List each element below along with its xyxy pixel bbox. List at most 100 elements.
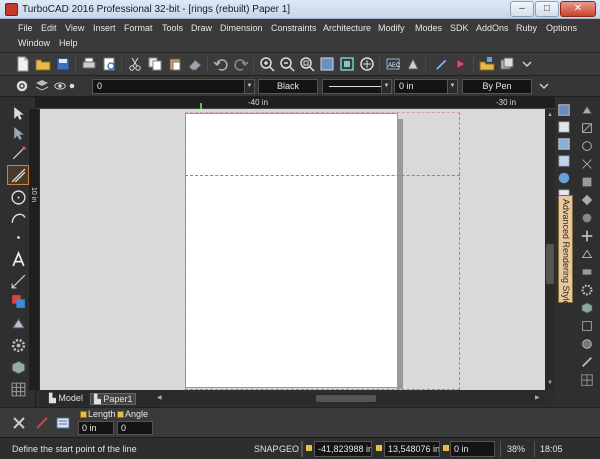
- material-icon[interactable]: [432, 55, 450, 73]
- print-preview-icon[interactable]: [100, 55, 118, 73]
- menu-format[interactable]: Format: [124, 21, 153, 35]
- zoom-out-icon[interactable]: [278, 55, 296, 73]
- arc-tool-icon[interactable]: [7, 207, 29, 227]
- menu-dimension[interactable]: Dimension: [220, 21, 263, 35]
- blocks-icon[interactable]: [498, 55, 516, 73]
- scroll-up-arrow-icon[interactable]: ▲: [546, 111, 554, 119]
- circle-tool-icon[interactable]: [7, 187, 29, 207]
- modify-tool-icon[interactable]: [7, 313, 29, 333]
- horizontal-scrollbar[interactable]: ◀ ▶: [155, 393, 545, 404]
- print-icon[interactable]: [80, 55, 98, 73]
- menu-constraints[interactable]: Constraints: [271, 21, 317, 35]
- palette-icon[interactable]: [579, 102, 595, 118]
- properties-icon[interactable]: [54, 414, 72, 432]
- finish-icon[interactable]: [33, 414, 51, 432]
- pan-icon[interactable]: [358, 55, 376, 73]
- palette-icon[interactable]: [579, 156, 595, 172]
- length-lock-icon[interactable]: [80, 411, 87, 418]
- maximize-button[interactable]: □: [535, 1, 559, 17]
- z-lock-icon[interactable]: [443, 445, 449, 451]
- line-tool-icon[interactable]: [7, 165, 29, 185]
- zoom-extents-icon[interactable]: [318, 55, 336, 73]
- palette-icon[interactable]: [579, 282, 595, 298]
- menu-draw[interactable]: Draw: [191, 21, 212, 35]
- menu-window[interactable]: Window: [18, 36, 50, 50]
- palette-icon[interactable]: [579, 318, 595, 334]
- gear-tool-icon[interactable]: [7, 335, 29, 355]
- zoom-in-icon[interactable]: [258, 55, 276, 73]
- scroll-right-arrow-icon[interactable]: ▶: [535, 394, 543, 403]
- scroll-down-arrow-icon[interactable]: ▼: [546, 379, 554, 387]
- snap-toggle[interactable]: SNAP: [254, 441, 279, 457]
- menu-modify[interactable]: Modify: [378, 21, 405, 35]
- close-button[interactable]: ✕: [560, 1, 596, 17]
- x-coordinate[interactable]: -41,823988 in: [314, 441, 372, 457]
- drawing-canvas[interactable]: [40, 109, 545, 390]
- copy-icon[interactable]: [146, 55, 164, 73]
- palette-icon[interactable]: [579, 336, 595, 352]
- horizontal-scroll-thumb[interactable]: [316, 395, 376, 402]
- menu-view[interactable]: View: [65, 21, 84, 35]
- layer-lock-icon[interactable]: [66, 77, 78, 95]
- menu-help[interactable]: Help: [59, 36, 78, 50]
- palette-icon[interactable]: [556, 119, 572, 135]
- linewidth-select[interactable]: 0 in ▼: [394, 79, 458, 94]
- menu-insert[interactable]: Insert: [93, 21, 116, 35]
- menu-file[interactable]: File: [18, 21, 33, 35]
- tools-icon[interactable]: [10, 414, 28, 432]
- zoom-all-icon[interactable]: [338, 55, 356, 73]
- dimension-tool-icon[interactable]: [7, 271, 29, 291]
- angle-lock-icon[interactable]: [117, 411, 124, 418]
- color-select[interactable]: Black: [258, 79, 318, 94]
- menu-options[interactable]: Options: [546, 21, 577, 35]
- y-lock-icon[interactable]: [376, 445, 382, 451]
- palette-icon[interactable]: [579, 372, 595, 388]
- cut-icon[interactable]: [126, 55, 144, 73]
- tab-model[interactable]: ▙ Model: [46, 393, 88, 405]
- node-edit-icon[interactable]: [7, 123, 29, 143]
- layer-manager-icon[interactable]: [33, 77, 51, 95]
- palette-icon[interactable]: [556, 136, 572, 152]
- menu-modes[interactable]: Modes: [415, 21, 442, 35]
- z-coordinate[interactable]: 0 in: [450, 441, 495, 457]
- render-icon[interactable]: AEC: [384, 55, 402, 73]
- new-file-icon[interactable]: [14, 55, 32, 73]
- zoom-window-icon[interactable]: [298, 55, 316, 73]
- menu-addons[interactable]: AddOns: [476, 21, 509, 35]
- eraser-icon[interactable]: [186, 55, 204, 73]
- paste-icon[interactable]: [166, 55, 184, 73]
- palette-icon[interactable]: [579, 300, 595, 316]
- menu-sdk[interactable]: SDK: [450, 21, 469, 35]
- text-tool-icon[interactable]: [7, 249, 29, 269]
- gear-icon[interactable]: [13, 77, 31, 95]
- undo-icon[interactable]: [212, 55, 230, 73]
- menu-ruby[interactable]: Ruby: [516, 21, 537, 35]
- point-icon[interactable]: [7, 143, 29, 163]
- y-coordinate[interactable]: 13,548076 in: [384, 441, 440, 457]
- palette-icon[interactable]: [579, 354, 595, 370]
- palette-icon[interactable]: [579, 264, 595, 280]
- tab-paper1[interactable]: ▙ Paper1: [90, 393, 136, 405]
- menu-tools[interactable]: Tools: [162, 21, 183, 35]
- menu-edit[interactable]: Edit: [41, 21, 57, 35]
- length-input[interactable]: 0 in: [78, 421, 114, 435]
- vertical-scroll-thumb[interactable]: [546, 244, 554, 284]
- palette-icon[interactable]: [579, 120, 595, 136]
- grid-tool-icon[interactable]: [7, 379, 29, 399]
- color-fill-icon[interactable]: [452, 55, 470, 73]
- palette-icon[interactable]: [556, 153, 572, 169]
- layers-icon[interactable]: [478, 55, 496, 73]
- toolbar-options-icon[interactable]: [518, 55, 536, 73]
- palette-icon[interactable]: [579, 192, 595, 208]
- 3d-object-icon[interactable]: [7, 357, 29, 377]
- save-icon[interactable]: [54, 55, 72, 73]
- palette-icon[interactable]: [556, 170, 572, 186]
- open-folder-icon[interactable]: [34, 55, 52, 73]
- hatch-color-icon[interactable]: [7, 291, 29, 311]
- palette-icon[interactable]: [579, 246, 595, 262]
- palette-icon[interactable]: [556, 102, 572, 118]
- toolbar-options-icon[interactable]: [535, 77, 553, 95]
- linestyle-select[interactable]: ▼: [322, 79, 392, 94]
- vertical-scrollbar[interactable]: ▲ ▼: [545, 109, 555, 390]
- explode-icon[interactable]: [404, 55, 422, 73]
